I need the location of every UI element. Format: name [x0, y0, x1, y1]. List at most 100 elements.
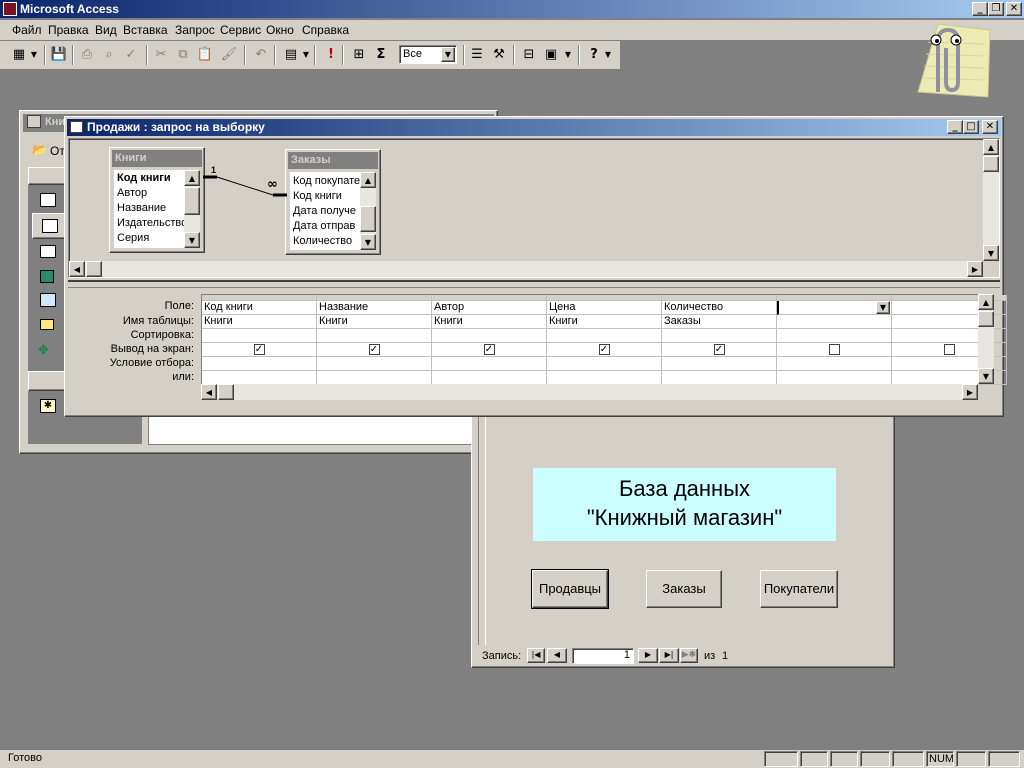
table-pane-horizontal-scrollbar[interactable]: ◀ ▶	[69, 261, 983, 277]
next-record-icon[interactable]: ▶	[638, 648, 658, 663]
office-assistant-paperclip-icon[interactable]	[898, 22, 994, 100]
table-box-orders[interactable]: Заказы Код покупате Код книги Дата получ…	[285, 149, 381, 255]
table-field-list[interactable]: Код книги Автор Название Издательство Се…	[114, 170, 184, 248]
show-checkbox[interactable]: ✓	[483, 344, 495, 355]
show-checkbox[interactable]: ✓	[713, 344, 725, 355]
scroll-down-icon[interactable]: ▼	[184, 232, 200, 248]
scroll-thumb[interactable]	[184, 187, 200, 215]
modules-icon[interactable]: ✥	[38, 343, 49, 358]
field-item[interactable]: Количество	[293, 235, 352, 247]
sort-cell[interactable]	[777, 329, 892, 343]
relationship-line[interactable]	[203, 165, 293, 201]
menu-view[interactable]: Вид	[95, 23, 117, 37]
query-minimize-button[interactable]: _	[947, 120, 963, 134]
scroll-right-icon[interactable]: ▶	[962, 384, 978, 400]
customers-button[interactable]: Покупатели	[760, 570, 838, 608]
criteria-cell[interactable]	[777, 357, 892, 371]
table-cell[interactable]: Книги	[202, 315, 317, 329]
query-type-icon[interactable]: ▤	[280, 45, 302, 65]
table-box-title[interactable]: Книги	[112, 150, 202, 167]
scroll-right-icon[interactable]: ▶	[967, 261, 983, 277]
print-preview-icon[interactable]: ⌕	[98, 45, 120, 65]
sort-cell[interactable]	[432, 329, 547, 343]
field-cell[interactable]: Название	[317, 301, 432, 315]
show-cell[interactable]: ✓	[317, 343, 432, 357]
first-record-icon[interactable]: |◀	[527, 648, 545, 663]
show-checkbox[interactable]	[828, 344, 840, 355]
show-checkbox[interactable]: ✓	[253, 344, 265, 355]
sellers-button[interactable]: Продавцы	[531, 569, 609, 609]
criteria-cell[interactable]	[317, 357, 432, 371]
scroll-up-icon[interactable]: ▲	[184, 170, 200, 186]
field-item[interactable]: Автор	[117, 187, 147, 199]
scroll-down-icon[interactable]: ▼	[983, 245, 999, 261]
view-icon[interactable]: ▦	[8, 45, 30, 65]
scroll-up-icon[interactable]: ▲	[360, 172, 376, 188]
new-record-icon[interactable]: ▶✱	[680, 648, 698, 663]
minimize-button[interactable]: _	[972, 2, 988, 16]
field-cell[interactable]: Количество	[662, 301, 777, 315]
table-cell[interactable]: Книги	[317, 315, 432, 329]
table-pane[interactable]: Книги Код книги Автор Название Издательс…	[68, 138, 1000, 278]
criteria-cell[interactable]	[432, 357, 547, 371]
undo-icon[interactable]: ↶	[250, 45, 272, 65]
field-item[interactable]: Издательство	[117, 217, 184, 229]
spelling-icon[interactable]: ✓	[120, 45, 142, 65]
field-item[interactable]: Код книги	[293, 190, 342, 202]
totals-icon[interactable]: Σ	[370, 45, 392, 65]
scroll-up-icon[interactable]: ▲	[978, 294, 994, 310]
menu-file[interactable]: Файл	[12, 23, 42, 37]
cut-icon[interactable]: ✂	[150, 45, 172, 65]
chevron-down-icon[interactable]: ▼	[441, 47, 455, 62]
query-maximize-button[interactable]: □	[963, 120, 979, 134]
table-cell[interactable]: Книги	[547, 315, 662, 329]
pages-icon[interactable]	[40, 293, 56, 307]
table-scrollbar[interactable]: ▲ ▼	[184, 170, 200, 248]
new-object-icon[interactable]: ▣	[540, 45, 562, 65]
table-box-title[interactable]: Заказы	[288, 152, 378, 169]
field-cell[interactable]: Автор	[432, 301, 547, 315]
forms-icon[interactable]	[40, 245, 56, 258]
table-field-list[interactable]: Код покупате Код книги Дата получе Дата …	[290, 172, 360, 250]
paste-icon[interactable]: 📋	[194, 45, 216, 65]
menu-edit[interactable]: Правка	[48, 23, 89, 37]
restore-button[interactable]: ❐	[988, 2, 1004, 16]
grid-horizontal-scrollbar[interactable]: ◀ ▶	[201, 384, 978, 400]
build-icon[interactable]: ⚒	[488, 45, 510, 65]
field-item[interactable]: Дата отправ	[293, 220, 355, 232]
help-icon[interactable]: ?	[583, 45, 605, 65]
menu-tools[interactable]: Сервис	[220, 23, 261, 37]
criteria-cell[interactable]	[547, 357, 662, 371]
show-cell[interactable]: ✓	[432, 343, 547, 357]
favorites-icon[interactable]: ✱	[40, 399, 56, 413]
field-cell[interactable]: Код книги	[202, 301, 317, 315]
scroll-thumb[interactable]	[86, 261, 102, 277]
menu-window[interactable]: Окно	[266, 23, 294, 37]
orders-button[interactable]: Заказы	[646, 570, 722, 608]
scroll-thumb[interactable]	[978, 311, 994, 327]
previous-record-icon[interactable]: ◀	[547, 648, 567, 663]
scroll-thumb[interactable]	[360, 206, 376, 232]
pane-splitter[interactable]	[68, 280, 1000, 288]
or-cell[interactable]	[662, 371, 777, 385]
sort-cell[interactable]	[662, 329, 777, 343]
field-cell[interactable]: ▼	[777, 301, 892, 315]
scroll-down-icon[interactable]: ▼	[360, 234, 376, 250]
criteria-cell[interactable]	[202, 357, 317, 371]
table-scrollbar[interactable]: ▲ ▼	[360, 172, 376, 250]
scroll-left-icon[interactable]: ◀	[69, 261, 85, 277]
reports-icon[interactable]	[40, 270, 54, 283]
show-cell[interactable]	[777, 343, 892, 357]
field-item[interactable]: Дата получе	[293, 205, 356, 217]
chevron-down-icon[interactable]: ▼	[876, 301, 890, 314]
show-checkbox[interactable]	[943, 344, 955, 355]
show-checkbox[interactable]: ✓	[368, 344, 380, 355]
field-item[interactable]: Название	[117, 202, 166, 214]
menu-help[interactable]: Справка	[302, 23, 349, 37]
scroll-thumb[interactable]	[983, 156, 999, 172]
table-cell[interactable]: Книги	[432, 315, 547, 329]
field-item[interactable]: Серия	[117, 232, 149, 244]
show-table-icon[interactable]: ⊞	[348, 45, 370, 65]
sort-cell[interactable]	[317, 329, 432, 343]
show-cell[interactable]: ✓	[547, 343, 662, 357]
